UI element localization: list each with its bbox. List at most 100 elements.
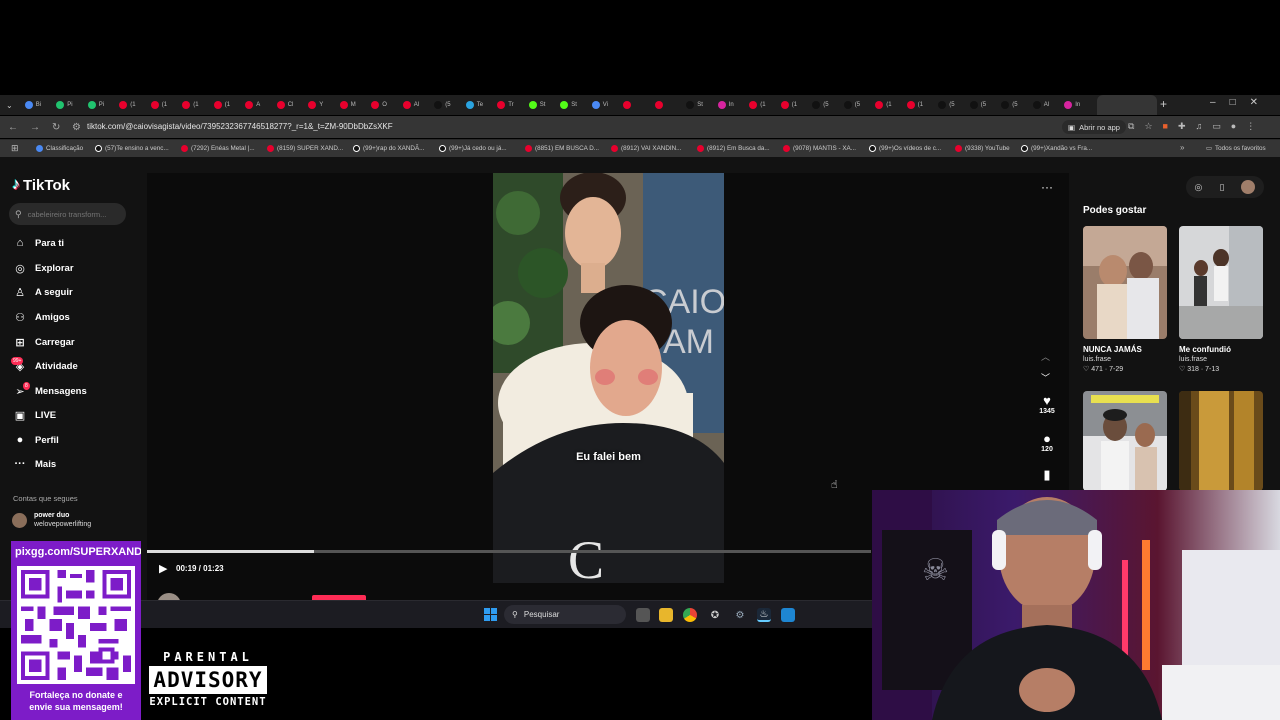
browser-tab[interactable]: (1 — [119, 98, 136, 112]
sidebar-item-explorar[interactable]: ◎ Explorar — [13, 261, 73, 275]
browser-tab[interactable]: Pi — [87, 98, 104, 112]
search-input[interactable] — [27, 209, 124, 219]
star-icon[interactable]: ☆ — [1144, 121, 1152, 132]
video-progress-bar[interactable] — [147, 550, 871, 553]
browser-tab[interactable]: (1 — [213, 98, 230, 112]
url-field[interactable]: tiktok.com/@caiovisagista/video/73952323… — [87, 122, 393, 131]
back-icon[interactable]: ← — [8, 122, 22, 133]
task-view-icon[interactable] — [636, 608, 650, 622]
play-icon[interactable]: ▶ — [159, 562, 167, 575]
browser-tab[interactable]: In — [1064, 98, 1080, 112]
tiktok-logo[interactable]: ♪ TikTok — [12, 176, 70, 194]
browser-tab[interactable]: (5 — [843, 98, 860, 112]
tiktok-search[interactable]: ⚲ — [9, 203, 126, 225]
bookmark-item[interactable]: (7292) Enéas Metal |... — [181, 145, 255, 152]
browser-tab[interactable]: (1 — [150, 98, 167, 112]
following-account[interactable]: power duo welovepowerlifting — [12, 511, 91, 529]
translate-icon[interactable]: ⧉ — [1128, 121, 1134, 132]
browser-tab[interactable] — [623, 98, 639, 112]
browser-tab[interactable]: Al — [402, 98, 419, 112]
browser-tab[interactable]: (1 — [780, 98, 797, 112]
file-explorer-icon[interactable] — [659, 608, 673, 622]
all-bookmarks-folder[interactable]: ▭ Todos os favoritos — [1206, 145, 1266, 152]
browser-tab[interactable]: (5 — [812, 98, 829, 112]
browser-tab[interactable]: St — [528, 98, 545, 112]
more-options-icon[interactable]: ··· — [1041, 180, 1053, 194]
browser-tab[interactable]: (1 — [182, 98, 199, 112]
sidebar-item-a-seguir[interactable]: ♙ A seguir — [13, 285, 73, 299]
chrome-icon[interactable] — [683, 608, 697, 622]
extension-icon[interactable]: ■ — [1163, 121, 1168, 132]
browser-tab[interactable]: (1 — [749, 98, 766, 112]
browser-tab[interactable]: Cl — [276, 98, 293, 112]
device-icon[interactable]: ▯ — [1219, 182, 1224, 193]
browser-tab[interactable]: In — [717, 98, 734, 112]
steam-icon[interactable]: ♨ — [757, 608, 771, 622]
bookmark-item[interactable]: (8912) VAI XANDIN... — [611, 145, 681, 152]
browser-tab[interactable]: Bi — [24, 98, 41, 112]
sidebar-item-amigos[interactable]: ⚇ Amigos — [13, 310, 70, 324]
user-avatar[interactable] — [1241, 180, 1256, 194]
browser-tab[interactable]: Al — [1032, 98, 1049, 112]
sidebar-item-carregar[interactable]: ⊞ Carregar — [13, 335, 74, 349]
apps-grid-icon[interactable]: ⊞ — [11, 143, 19, 154]
bookmarks-overflow-icon[interactable]: » — [1180, 143, 1184, 152]
bookmark-item[interactable]: (8159) SUPER XAND... — [267, 145, 343, 152]
browser-tab[interactable]: Tr — [497, 98, 514, 112]
browser-menu-icon[interactable]: ⋮ — [1246, 121, 1255, 132]
bookmark-item[interactable]: (99+)Xandão vs Fra... — [1021, 145, 1092, 152]
video-frame[interactable]: CAIO AM C — [493, 173, 724, 583]
taskbar-search[interactable]: ⚲ Pesquisar — [504, 605, 626, 624]
comment-action[interactable]: ● 120 — [1036, 431, 1058, 453]
browser-tab[interactable] — [654, 98, 671, 112]
sidebar-icon[interactable]: ▭ — [1212, 121, 1221, 132]
like-action[interactable]: ♥ 1345 — [1036, 393, 1058, 415]
browser-tab[interactable]: (5 — [1001, 98, 1018, 112]
browser-tab[interactable]: Te — [465, 98, 483, 112]
bookmark-item[interactable]: (9078) MANTIS - XA... — [783, 145, 856, 152]
sidebar-item-live[interactable]: ▣ LIVE — [13, 408, 56, 422]
sidebar-item-perfil[interactable]: ● Perfil — [13, 433, 59, 447]
active-tab[interactable] — [1097, 95, 1157, 115]
sidebar-item-para-ti[interactable]: ⌂ Para ti — [13, 236, 64, 250]
recommended-card[interactable]: NUNCA JAMÁS luis.frase ♡ 471 · 7-29 — [1083, 226, 1167, 373]
browser-tab[interactable]: M — [339, 98, 356, 112]
windows-start-icon[interactable] — [484, 608, 498, 622]
previous-video-icon[interactable]: ︿ — [1041, 350, 1050, 363]
reload-icon[interactable]: ↻ — [52, 122, 66, 133]
tab-list-chevron-icon[interactable]: ⌄ — [6, 101, 13, 110]
puzzle-icon[interactable]: ✚ — [1178, 121, 1186, 132]
next-video-icon[interactable]: ﹀ — [1041, 371, 1050, 384]
browser-tab[interactable]: (1 — [875, 98, 892, 112]
browser-tab[interactable]: (5 — [938, 98, 955, 112]
bookmark-item[interactable]: (99+)Já cedo ou já... — [439, 145, 507, 152]
bookmark-item[interactable]: Classificação — [36, 145, 83, 152]
sidebar-item-mais[interactable]: ··· Mais — [13, 457, 57, 471]
browser-tab[interactable]: O — [371, 98, 387, 112]
bookmark-item[interactable]: (8851) EM BUSCA D... — [525, 145, 599, 152]
browser-tab[interactable]: St — [560, 98, 577, 112]
new-tab-icon[interactable]: + — [1160, 97, 1167, 111]
open-in-app-button[interactable]: ▣ Abrir no app — [1062, 120, 1126, 134]
browser-tab[interactable]: Y — [308, 98, 324, 112]
browser-tab[interactable]: (5 — [969, 98, 986, 112]
window-controls[interactable]: –□✕ — [1210, 97, 1272, 108]
coins-icon[interactable]: ◎ — [1195, 182, 1203, 193]
settings-icon[interactable]: ⚙ — [733, 608, 747, 622]
app-icon[interactable] — [781, 608, 795, 622]
browser-tab[interactable]: (1 — [906, 98, 923, 112]
bookmark-item[interactable]: (57)Te ensino a venc... — [95, 145, 169, 152]
recommended-card[interactable]: Me confundió luis.frase ♡ 318 · 7-13 — [1179, 226, 1263, 373]
bookmark-item[interactable]: (99+)Os vídeos de c... — [869, 145, 941, 152]
bookmark-item[interactable]: (99+)rap do XANDÃ... — [353, 145, 424, 152]
recommended-card[interactable] — [1179, 391, 1263, 491]
forward-icon[interactable]: → — [30, 122, 44, 133]
site-info-icon[interactable]: ⚙ — [72, 122, 86, 133]
browser-tab[interactable]: A — [245, 98, 261, 112]
app-icon[interactable]: ✪ — [708, 608, 722, 622]
bookmark-item[interactable]: (9338) YouTube — [955, 145, 1010, 152]
browser-tab[interactable]: Vi — [591, 98, 608, 112]
media-icon[interactable]: ♫ — [1196, 121, 1203, 132]
recommended-card[interactable] — [1083, 391, 1167, 491]
browser-tab[interactable]: (5 — [434, 98, 451, 112]
